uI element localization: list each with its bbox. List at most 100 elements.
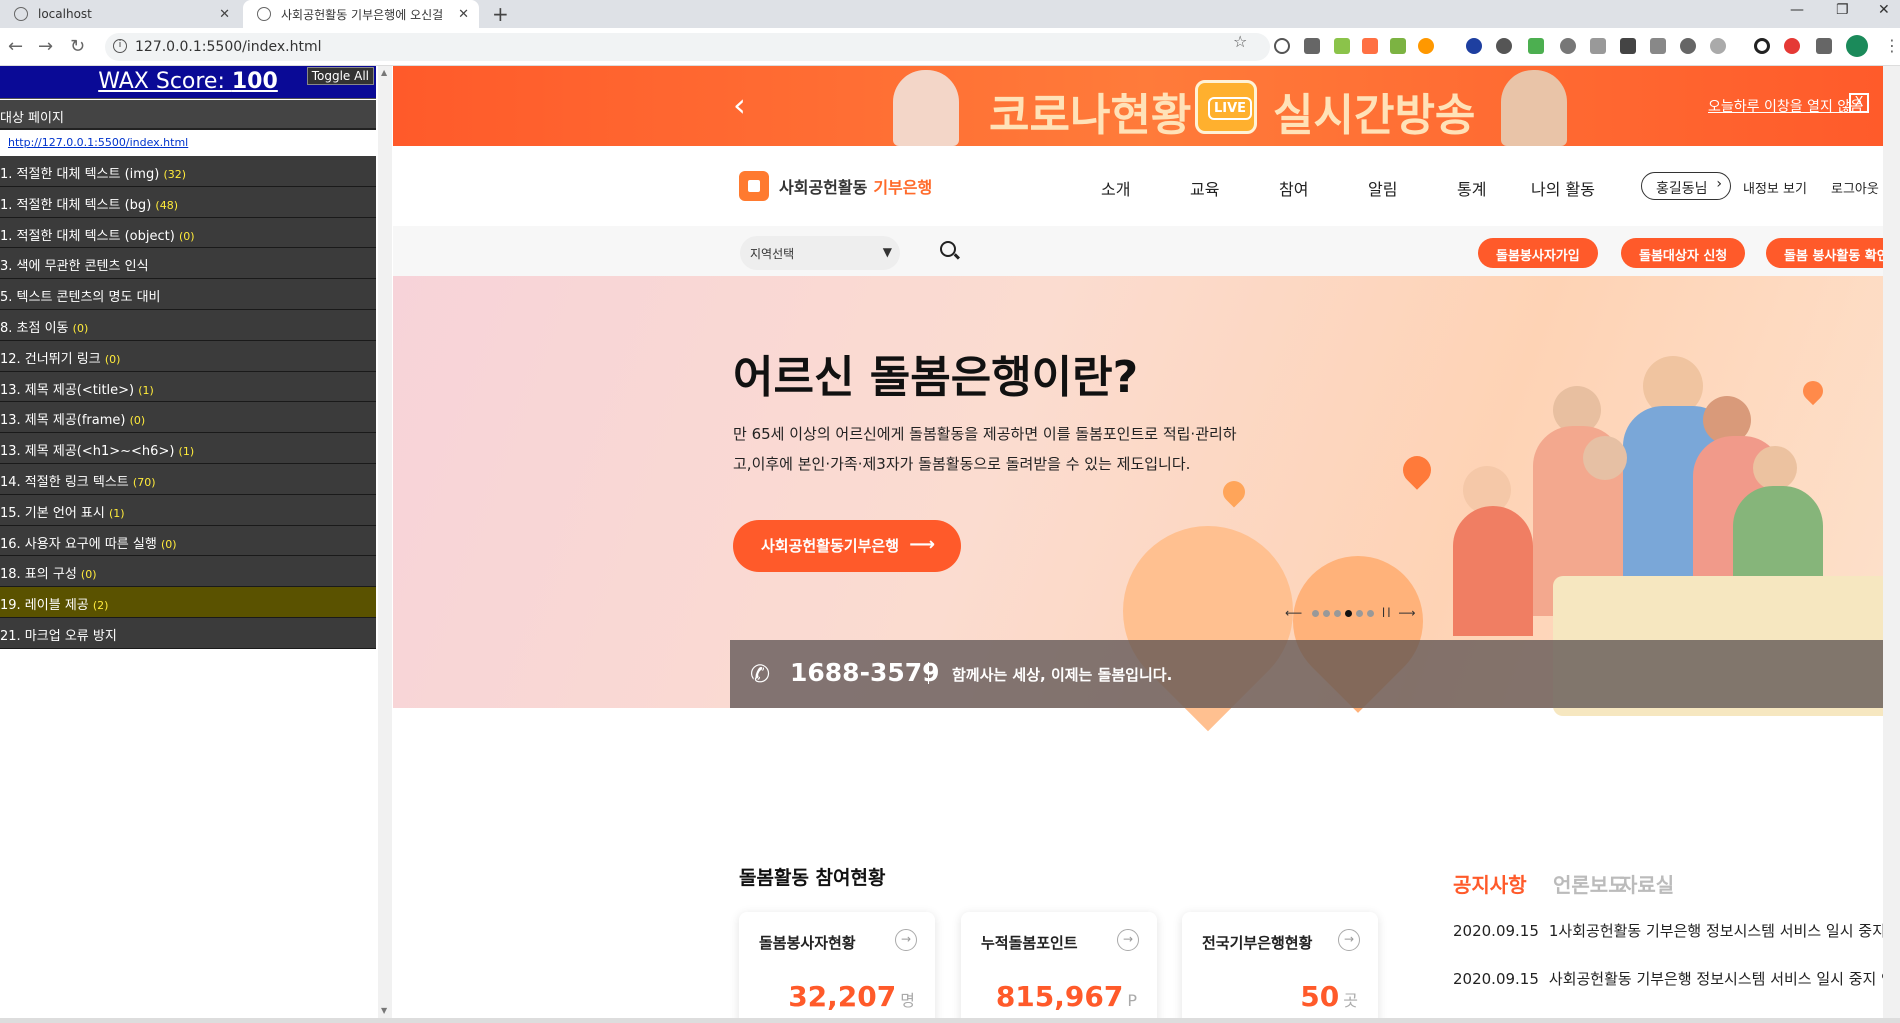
top-banner[interactable]: ‹ 코로나현황 LIVE 실시간방송 오늘하루 이창을 열지 않음 X (393, 66, 1900, 146)
check-item[interactable]: 13. 제목 제공(<title>) (1) (0, 371, 376, 403)
close-tab-icon[interactable]: ✕ (458, 7, 469, 22)
forward-icon[interactable]: → (38, 36, 53, 57)
extension-icon[interactable] (1620, 38, 1636, 54)
extension-icon[interactable] (1680, 38, 1696, 54)
scroll-up-icon[interactable]: ▲ (381, 68, 387, 77)
info-icon[interactable]: i (113, 39, 127, 53)
check-item[interactable]: 15. 기본 언어 표시 (1) (0, 494, 376, 526)
heart-decoration (1397, 450, 1437, 490)
nav-item[interactable]: 참여 (1279, 176, 1308, 200)
check-item[interactable]: 8. 초점 이동 (0) (0, 309, 376, 341)
care-apply-button[interactable]: 돌봄대상자 신청 (1621, 238, 1746, 268)
reload-icon[interactable]: ↻ (70, 36, 85, 57)
news-item[interactable]: 2020.09.15 사회공헌활동 기부은행 정보시스템 서비스 일시 중지 안내 (1453, 968, 1900, 989)
check-item[interactable]: 12. 건너뛰기 링크 (0) (0, 340, 376, 372)
new-tab-button[interactable]: + (492, 2, 509, 26)
arrow-right-icon[interactable]: → (1117, 929, 1139, 951)
menu-dots-icon[interactable]: ⋮ (1884, 36, 1900, 55)
slide-dot[interactable] (1334, 610, 1342, 617)
certificate-button[interactable]: 돌봄 봉사활동 확인서 (1766, 238, 1900, 268)
close-today-link[interactable]: 오늘하루 이창을 열지 않음 (1708, 96, 1863, 116)
check-item[interactable]: 14. 적절한 링크 텍스트 (70) (0, 463, 376, 495)
scroll-down-icon[interactable]: ▼ (381, 1006, 387, 1015)
profile-link[interactable]: 내정보 보기 (1743, 178, 1807, 197)
extension-icon[interactable] (1754, 38, 1770, 54)
tab-localhost[interactable]: localhost ✕ (0, 0, 240, 28)
check-item[interactable]: 21. 마크업 오류 방지 (0, 617, 376, 649)
search-icon[interactable] (940, 241, 956, 257)
tab-archive[interactable]: 자료실 (1619, 869, 1674, 898)
region-select[interactable]: 지역선택 ▼ (740, 236, 900, 270)
user-button[interactable]: 홍길동님 › (1641, 172, 1731, 200)
puzzle-icon[interactable] (1816, 38, 1832, 54)
globe-icon (257, 7, 271, 21)
back-icon[interactable]: ← (8, 36, 23, 57)
stat-card[interactable]: 누적돌봄포인트 → 815,967 P (961, 912, 1157, 1023)
extension-icon[interactable] (1418, 38, 1434, 54)
toggle-all-button[interactable]: Toggle All (306, 67, 374, 85)
minimize-icon[interactable]: — (1790, 2, 1804, 18)
site-logo[interactable]: 사회공헌활동 기부은행 (739, 171, 932, 201)
check-item[interactable]: 3. 색에 무관한 콘텐츠 인식 (0, 248, 376, 280)
window-close-icon[interactable]: ✕ (1878, 2, 1890, 18)
extension-icon[interactable] (1784, 38, 1800, 54)
extension-icon[interactable] (1466, 38, 1482, 54)
nav-item[interactable]: 통계 (1457, 176, 1486, 200)
slide-dot[interactable] (1312, 610, 1320, 617)
extension-icon[interactable] (1710, 38, 1726, 54)
news-item[interactable]: 2020.09.15 1사회공헌활동 기부은행 정보시스템 서비스 일시 중지 안… (1453, 920, 1900, 941)
arrow-right-icon[interactable]: → (895, 929, 917, 951)
extension-icon[interactable] (1304, 38, 1320, 54)
slide-dot[interactable] (1367, 610, 1375, 617)
pause-icon[interactable]: ll (1382, 606, 1393, 620)
panel-scrollbar[interactable]: ▲ ▼ (378, 66, 392, 1023)
slide-dot[interactable] (1323, 610, 1331, 617)
logout-link[interactable]: 로그아웃 (1831, 178, 1879, 197)
tab-press[interactable]: 언론보도 (1553, 869, 1627, 898)
stat-card[interactable]: 돌봄봉사자현황 → 32,207 명 (739, 912, 935, 1023)
bookmark-star-icon[interactable]: ☆ (1233, 32, 1247, 51)
extension-icon[interactable] (1590, 38, 1606, 54)
hero-cta-button[interactable]: 사회공헌활동기부은행 ⟶ (733, 520, 961, 572)
nav-item[interactable]: 소개 (1101, 176, 1130, 200)
stat-card[interactable]: 전국기부은행현황 → 50 곳 (1182, 912, 1378, 1023)
slide-dot-active[interactable] (1345, 610, 1353, 617)
check-item-highlighted[interactable]: 19. 레이블 제공 (2) (0, 587, 376, 618)
card-value: 815,967 P (996, 980, 1137, 1013)
url-bar[interactable]: i 127.0.0.1:5500/index.html (105, 33, 1270, 61)
arrow-right-icon[interactable]: → (1338, 929, 1360, 951)
tab-active[interactable]: 사회공헌활동 기부은행에 오신걸 ✕ (243, 0, 479, 28)
check-item[interactable]: 5. 텍스트 콘텐츠의 명도 대비 (0, 279, 376, 310)
check-item[interactable]: 1. 적절한 대체 텍스트 (object) (0) (0, 217, 376, 249)
prev-arrow-icon[interactable]: ⟵ (1285, 606, 1304, 620)
extension-icon[interactable] (1274, 38, 1290, 54)
extension-icon[interactable] (1528, 38, 1544, 54)
extension-icon[interactable] (1560, 38, 1576, 54)
page-scrollbar[interactable] (1883, 66, 1900, 1023)
target-url-link[interactable]: http://127.0.0.1:5500/index.html (0, 132, 376, 154)
restore-icon[interactable]: ❐ (1836, 2, 1849, 18)
check-item[interactable]: 1. 적절한 대체 텍스트 (img) (32) (0, 156, 376, 187)
close-tab-icon[interactable]: ✕ (219, 7, 230, 22)
volunteer-join-button[interactable]: 돌봄봉사자가입 (1478, 238, 1598, 268)
close-icon[interactable]: X (1849, 93, 1869, 113)
slide-dot[interactable] (1356, 610, 1364, 617)
nav-item[interactable]: 알림 (1368, 176, 1397, 200)
check-item[interactable]: 16. 사용자 요구에 따른 실행 (0) (0, 525, 376, 557)
extension-icon[interactable] (1496, 38, 1512, 54)
nav-item[interactable]: 나의 활동 (1531, 176, 1595, 200)
extension-icon[interactable] (1334, 38, 1350, 54)
check-item[interactable]: 13. 제목 제공(<h1>~<h6>) (1) (0, 433, 376, 464)
avatar[interactable] (1846, 35, 1868, 57)
next-arrow-icon[interactable]: ⟶ (1398, 606, 1417, 620)
check-item[interactable]: 13. 제목 제공(frame) (0) (0, 402, 376, 434)
camera-icon[interactable] (1650, 38, 1666, 54)
phone-number[interactable]: 1688-3579 (790, 658, 940, 687)
nav-item[interactable]: 교육 (1190, 176, 1219, 200)
chevron-left-icon[interactable]: ‹ (733, 86, 746, 124)
check-item[interactable]: 1. 적절한 대체 텍스트 (bg) (48) (0, 186, 376, 218)
check-item[interactable]: 18. 표의 구성 (0) (0, 556, 376, 588)
extension-icon[interactable] (1362, 38, 1378, 54)
extension-icon[interactable] (1390, 38, 1406, 54)
tab-notice[interactable]: 공지사항 (1453, 869, 1527, 898)
